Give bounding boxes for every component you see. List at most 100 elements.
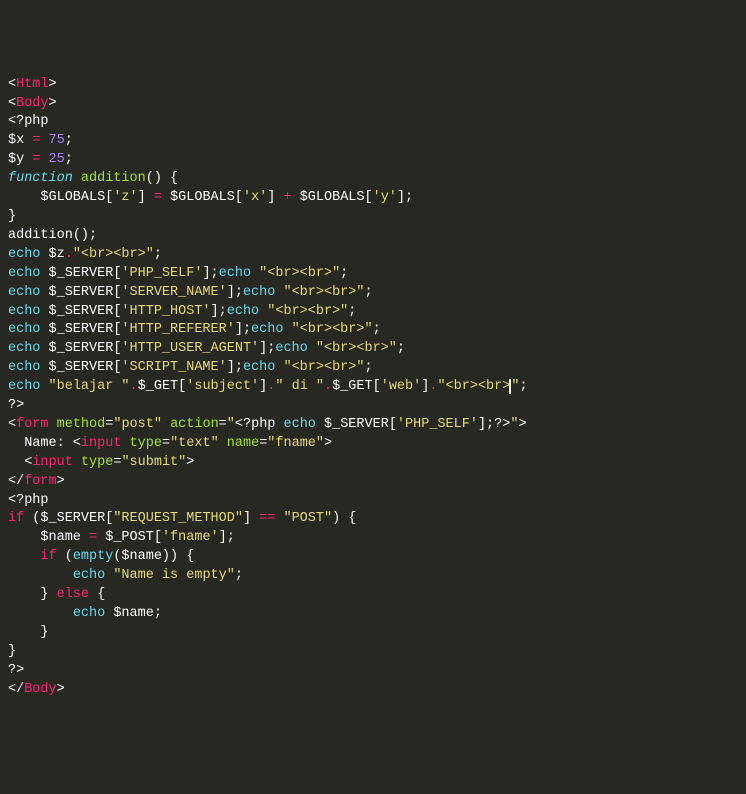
code-token: ]; — [259, 341, 275, 356]
code-token: "POST" — [283, 511, 332, 526]
code-token: } — [8, 587, 57, 602]
code-token: action — [170, 417, 219, 432]
code-token: ; — [65, 152, 73, 167]
code-line[interactable]: function addition() { — [8, 170, 738, 189]
code-token: echo — [73, 568, 105, 583]
code-line[interactable]: if (empty($name)) { — [8, 548, 738, 567]
code-token: 'z' — [113, 190, 137, 205]
code-token: "<br><br>" — [316, 341, 397, 356]
code-token: echo — [284, 417, 316, 432]
code-line[interactable]: addition(); — [8, 227, 738, 246]
code-token: "<br><br>" — [259, 266, 340, 281]
code-line[interactable]: echo "belajar ".$_GET['subject']." di ".… — [8, 378, 738, 397]
code-token: ]; — [202, 266, 218, 281]
code-token: > — [186, 455, 194, 470]
code-token: $_SERVER[ — [40, 360, 121, 375]
code-line[interactable]: $y = 25; — [8, 151, 738, 170]
code-token: "<br><br>" — [73, 247, 154, 262]
code-token: ]; — [235, 322, 251, 337]
code-token: ] — [243, 511, 259, 526]
code-token: echo — [8, 304, 40, 319]
code-line[interactable]: ?> — [8, 662, 738, 681]
code-token: $y — [8, 152, 24, 167]
code-token: ] — [267, 190, 283, 205]
code-token: $GLOBALS[ — [292, 190, 373, 205]
code-token: echo — [227, 304, 259, 319]
code-token: $_SERVER[ — [40, 266, 121, 281]
code-token: ; — [519, 379, 527, 394]
code-token: " di " — [275, 379, 324, 394]
code-token — [49, 417, 57, 432]
code-token — [251, 266, 259, 281]
code-line[interactable]: } — [8, 624, 738, 643]
code-line[interactable]: Name: <input type="text" name="fname"> — [8, 435, 738, 454]
code-token: ?> — [494, 417, 510, 432]
code-token: $name; — [105, 606, 162, 621]
code-line[interactable]: </form> — [8, 473, 738, 492]
code-token: $_SERVER[ — [40, 285, 121, 300]
code-line[interactable]: <input type="submit"> — [8, 454, 738, 473]
code-line[interactable]: <?php — [8, 492, 738, 511]
code-token: ; — [348, 304, 356, 319]
code-token: "Name is empty" — [113, 568, 235, 583]
code-token: < — [8, 417, 16, 432]
code-line[interactable]: <Html> — [8, 76, 738, 95]
code-token — [162, 417, 170, 432]
code-line[interactable]: echo $_SERVER['HTTP_HOST'];echo "<br><br… — [8, 303, 738, 322]
code-token — [8, 549, 40, 564]
code-line[interactable]: echo $_SERVER['HTTP_REFERER'];echo "<br>… — [8, 321, 738, 340]
code-line[interactable]: $GLOBALS['z'] = $GLOBALS['x'] + $GLOBALS… — [8, 189, 738, 208]
code-token: echo — [8, 360, 40, 375]
code-line[interactable]: echo $_SERVER['HTTP_USER_AGENT'];echo "<… — [8, 340, 738, 359]
code-token: < — [8, 77, 16, 92]
code-token: ; — [364, 285, 372, 300]
code-line[interactable]: echo "Name is empty"; — [8, 567, 738, 586]
code-token: <?php — [8, 493, 49, 508]
code-line[interactable]: <?php — [8, 113, 738, 132]
code-token: $_SERVER[ — [316, 417, 397, 432]
code-line[interactable]: $x = 75; — [8, 132, 738, 151]
code-token: Html — [16, 77, 48, 92]
code-token: type — [130, 436, 162, 451]
code-token: ]; — [397, 190, 413, 205]
code-token: $_POST[ — [97, 530, 162, 545]
code-token: 'web' — [381, 379, 422, 394]
code-token: input — [81, 436, 122, 451]
code-line[interactable]: echo $_SERVER['SCRIPT_NAME'];echo "<br><… — [8, 359, 738, 378]
code-line[interactable]: } — [8, 643, 738, 662]
code-token: "<br><br> — [437, 379, 510, 394]
code-line[interactable]: echo $name; — [8, 605, 738, 624]
code-line[interactable]: <Body> — [8, 95, 738, 114]
code-line[interactable]: <form method="post" action="<?php echo $… — [8, 416, 738, 435]
code-token: 'HTTP_USER_AGENT' — [121, 341, 259, 356]
code-token: echo — [8, 266, 40, 281]
code-line[interactable]: $name = $_POST['fname']; — [8, 529, 738, 548]
code-line[interactable]: ?> — [8, 397, 738, 416]
code-token: Body — [24, 682, 56, 697]
code-token — [308, 341, 316, 356]
code-token: ] — [138, 190, 154, 205]
code-token: if — [40, 549, 56, 564]
code-line[interactable]: </Body> — [8, 681, 738, 700]
code-token: 'HTTP_HOST' — [121, 304, 210, 319]
code-line[interactable]: } — [8, 208, 738, 227]
code-token: "<br><br>" — [283, 285, 364, 300]
code-token: input — [32, 455, 73, 470]
code-line[interactable]: if ($_SERVER["REQUEST_METHOD"] == "POST"… — [8, 510, 738, 529]
code-token: echo — [243, 360, 275, 375]
code-token: "REQUEST_METHOD" — [113, 511, 243, 526]
code-line[interactable]: echo $_SERVER['SERVER_NAME'];echo "<br><… — [8, 284, 738, 303]
code-line[interactable]: echo $z."<br><br>"; — [8, 246, 738, 265]
code-token: method — [57, 417, 106, 432]
code-token: $_SERVER[ — [40, 341, 121, 356]
code-token: echo — [275, 341, 307, 356]
code-token — [8, 606, 73, 621]
code-editor[interactable]: <Html><Body><?php$x = 75;$y = 25;functio… — [8, 76, 738, 700]
code-token — [8, 568, 73, 583]
code-token: $x — [8, 133, 24, 148]
code-token: echo — [8, 285, 40, 300]
code-token: ?> — [8, 663, 24, 678]
code-line[interactable]: echo $_SERVER['PHP_SELF'];echo "<br><br>… — [8, 265, 738, 284]
code-line[interactable]: } else { — [8, 586, 738, 605]
code-token: ; — [340, 266, 348, 281]
